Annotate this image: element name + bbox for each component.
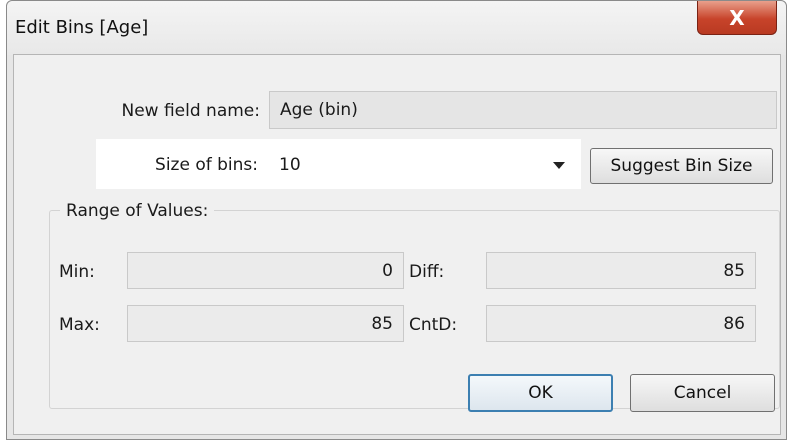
- dialog-body: New field name: Age (bin) Size of bins: …: [13, 54, 781, 435]
- diff-field: 85: [486, 252, 756, 289]
- size-of-bins-dropdown[interactable]: 10: [269, 147, 577, 183]
- min-label: Min:: [59, 262, 95, 282]
- close-icon: X: [729, 5, 745, 30]
- suggest-bin-size-button[interactable]: Suggest Bin Size: [590, 148, 773, 184]
- edit-bins-dialog: Edit Bins [Age] X New field name: Age (b…: [6, 0, 787, 440]
- cancel-button[interactable]: Cancel: [630, 374, 775, 412]
- title-bar[interactable]: Edit Bins [Age]: [7, 1, 786, 55]
- min-field: 0: [127, 252, 404, 289]
- min-value: 0: [382, 260, 393, 281]
- new-field-name-value: Age (bin): [280, 100, 358, 120]
- range-of-values-title: Range of Values:: [60, 201, 215, 221]
- chevron-down-icon[interactable]: [553, 162, 565, 169]
- cntd-field: 86: [486, 305, 756, 342]
- cntd-value: 86: [723, 313, 745, 334]
- size-of-bins-value: 10: [279, 155, 301, 175]
- close-button[interactable]: X: [697, 1, 777, 35]
- new-field-name-label: New field name:: [121, 101, 260, 121]
- size-of-bins-label: Size of bins:: [155, 155, 258, 175]
- max-value: 85: [371, 313, 393, 334]
- max-label: Max:: [59, 315, 100, 335]
- diff-value: 85: [723, 260, 745, 281]
- cntd-label: CntD:: [409, 315, 458, 335]
- ok-button[interactable]: OK: [468, 374, 613, 412]
- max-field: 85: [127, 305, 404, 342]
- diff-label: Diff:: [409, 262, 445, 282]
- dialog-title: Edit Bins [Age]: [15, 17, 149, 38]
- new-field-name-input[interactable]: Age (bin): [269, 91, 777, 129]
